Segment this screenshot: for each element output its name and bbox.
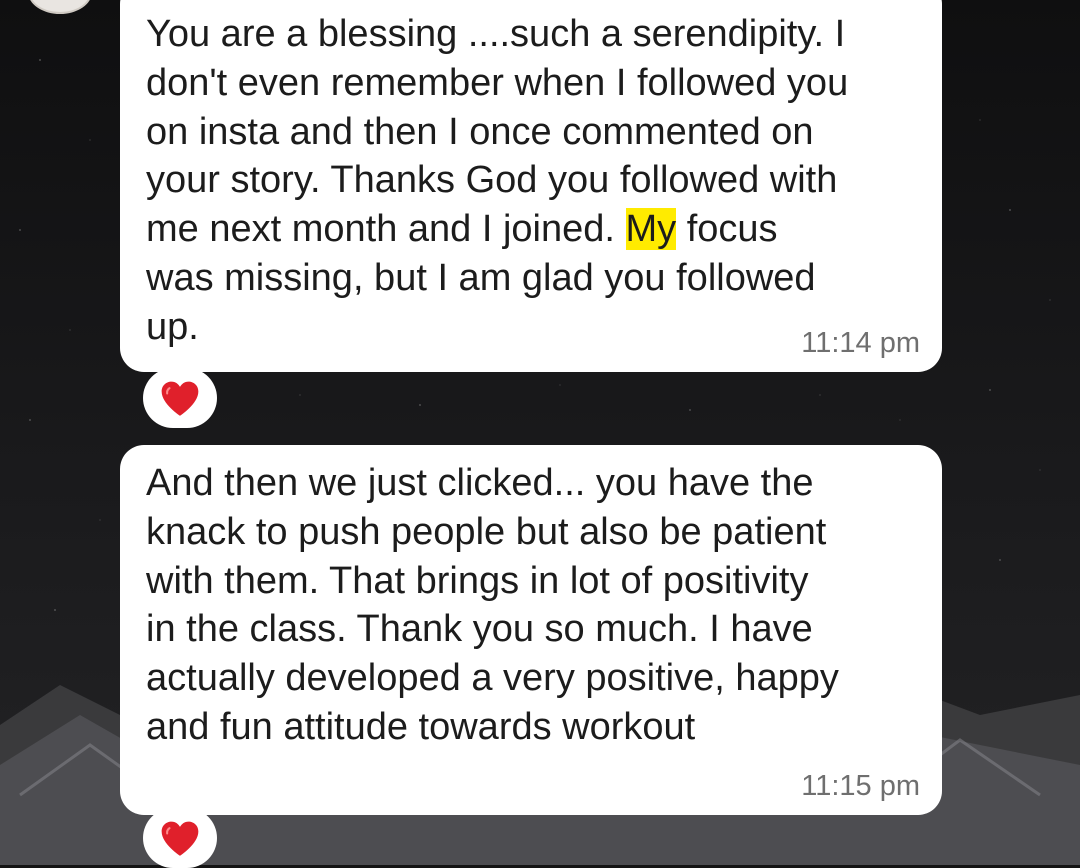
message-bubble[interactable]: You are a blessing ....such a serendipit… <box>120 0 942 372</box>
message-timestamp: 11:14 pm <box>801 327 920 359</box>
heart-icon <box>161 821 199 856</box>
reaction-badge[interactable] <box>143 808 217 868</box>
message-text: You are a blessing ....such a serendipit… <box>146 10 916 352</box>
message-bubble[interactable]: And then we just clicked... you have the… <box>120 445 942 815</box>
message-timestamp: 11:15 pm <box>801 770 920 802</box>
highlighted-word: My <box>625 208 677 251</box>
reaction-badge[interactable] <box>143 368 217 428</box>
heart-icon <box>161 381 199 416</box>
message-text: And then we just clicked... you have the… <box>146 462 839 748</box>
